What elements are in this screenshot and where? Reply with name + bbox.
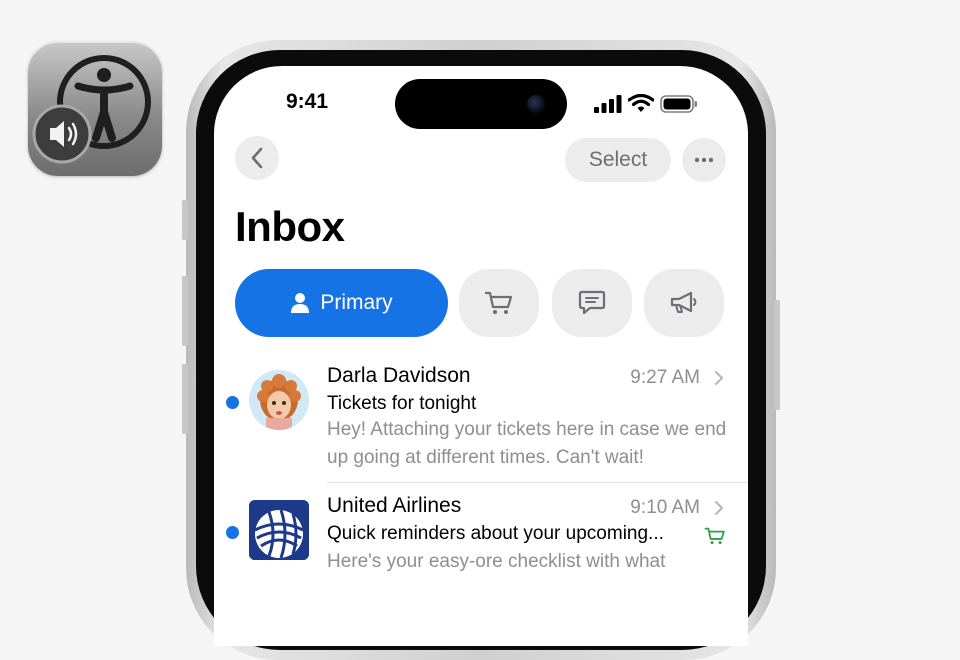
more-options-button[interactable] bbox=[682, 138, 726, 182]
tab-updates[interactable] bbox=[552, 269, 632, 337]
tab-primary[interactable]: Primary bbox=[235, 269, 448, 337]
message-preview: Here's your easy-ore checklist with what bbox=[327, 551, 666, 572]
message-time: 9:27 AM bbox=[630, 367, 700, 388]
tab-transactions[interactable] bbox=[459, 269, 539, 337]
status-time: 9:41 bbox=[286, 90, 329, 113]
action-button bbox=[182, 200, 188, 240]
front-camera bbox=[527, 95, 545, 113]
message-preview: Hey! Attaching your tickets here in case… bbox=[327, 419, 727, 468]
select-button[interactable]: Select bbox=[565, 138, 671, 182]
dynamic-island bbox=[395, 79, 567, 129]
power-button bbox=[774, 300, 780, 410]
status-icons bbox=[594, 94, 698, 113]
message-sender: United Airlines bbox=[327, 494, 462, 517]
chevron-left-icon bbox=[251, 147, 263, 169]
volume-up-button bbox=[182, 276, 188, 346]
chevron-right-icon bbox=[715, 501, 723, 515]
cellular-signal-icon bbox=[594, 94, 622, 113]
unread-indicator bbox=[226, 526, 239, 539]
cart-icon bbox=[704, 527, 725, 545]
message-subject: Quick reminders about your upcoming... bbox=[327, 523, 664, 544]
cart-icon bbox=[484, 291, 513, 314]
message-divider bbox=[327, 482, 748, 483]
message-row[interactable]: Darla Davidson 9:27 AM Tickets for tonig… bbox=[214, 360, 748, 480]
person-icon bbox=[291, 293, 310, 313]
battery-icon bbox=[660, 94, 697, 113]
unread-indicator bbox=[226, 396, 239, 409]
ellipsis-icon bbox=[694, 157, 714, 163]
message-row[interactable]: United Airlines 9:10 AM Quick reminders … bbox=[214, 490, 748, 610]
chevron-right-icon bbox=[715, 371, 723, 385]
message-sender: Darla Davidson bbox=[327, 364, 471, 387]
phone-screen: 9:41 Select Inbox Primary Darla Davidson… bbox=[214, 66, 748, 646]
message-time: 9:10 AM bbox=[630, 497, 700, 518]
tab-promotions[interactable] bbox=[644, 269, 724, 337]
wifi-icon bbox=[628, 94, 654, 112]
memoji-avatar bbox=[249, 370, 309, 430]
message-subject: Tickets for tonight bbox=[327, 393, 477, 414]
page-title: Inbox bbox=[235, 203, 345, 250]
accessibility-app-icon bbox=[28, 42, 162, 176]
globe-logo-avatar bbox=[249, 500, 309, 560]
chat-bubble-icon bbox=[578, 290, 606, 315]
megaphone-icon bbox=[670, 291, 697, 313]
back-button[interactable] bbox=[235, 136, 279, 180]
volume-down-button bbox=[182, 364, 188, 434]
tab-primary-label: Primary bbox=[320, 291, 393, 314]
